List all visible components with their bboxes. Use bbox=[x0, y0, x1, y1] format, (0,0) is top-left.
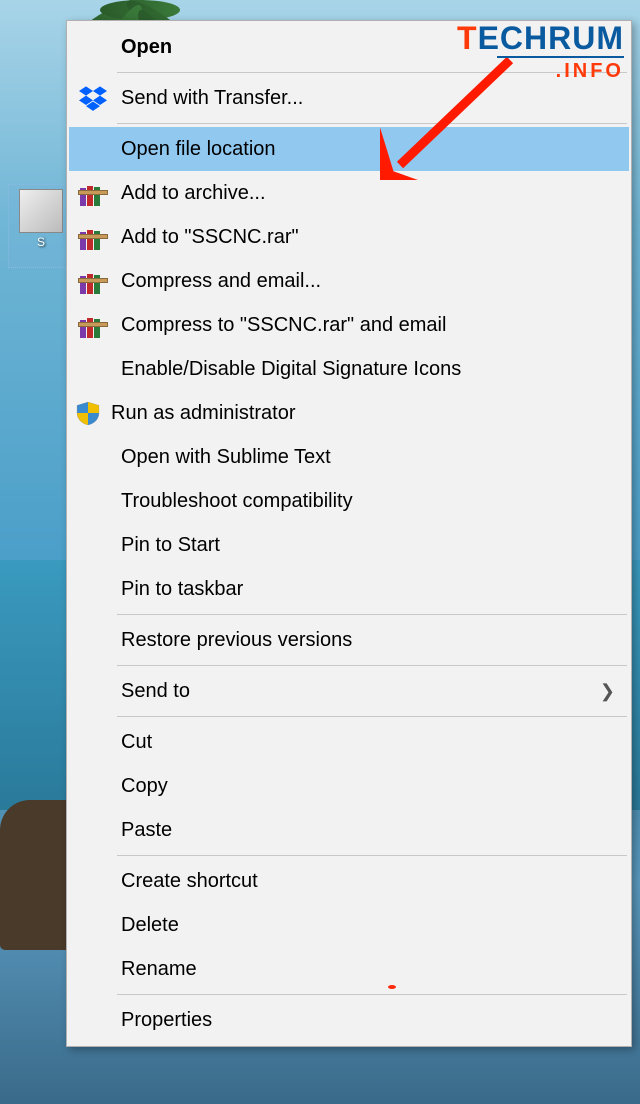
menu-label: Restore previous versions bbox=[121, 629, 621, 652]
menu-label: Copy bbox=[121, 775, 621, 798]
menu-item-compress-email[interactable]: Compress and email... bbox=[69, 259, 629, 303]
menu-item-properties[interactable]: Properties bbox=[69, 998, 629, 1042]
menu-item-delete[interactable]: Delete bbox=[69, 903, 629, 947]
menu-item-copy[interactable]: Copy bbox=[69, 764, 629, 808]
menu-label: Open with Sublime Text bbox=[121, 446, 621, 469]
menu-item-run-as-admin[interactable]: Run as administrator bbox=[69, 391, 629, 435]
menu-label: Compress to "SSCNC.rar" and email bbox=[121, 314, 621, 337]
menu-label: Pin to taskbar bbox=[121, 578, 621, 601]
menu-label: Delete bbox=[121, 914, 621, 937]
menu-separator bbox=[117, 994, 627, 995]
chevron-right-icon: ❯ bbox=[600, 681, 621, 702]
menu-label: Open file location bbox=[121, 138, 621, 161]
menu-label: Rename bbox=[121, 958, 621, 981]
menu-item-troubleshoot[interactable]: Troubleshoot compatibility bbox=[69, 479, 629, 523]
winrar-icon bbox=[75, 309, 111, 341]
desktop-shortcut-icon[interactable]: S bbox=[8, 184, 74, 268]
menu-label: Properties bbox=[121, 1009, 621, 1032]
menu-item-rename[interactable]: Rename bbox=[69, 947, 629, 991]
desktop-shortcut-label: S bbox=[37, 235, 45, 249]
menu-label: Enable/Disable Digital Signature Icons bbox=[121, 358, 621, 381]
menu-item-restore-previous[interactable]: Restore previous versions bbox=[69, 618, 629, 662]
menu-separator bbox=[117, 855, 627, 856]
annotation-dot bbox=[388, 985, 396, 989]
menu-item-open-sublime[interactable]: Open with Sublime Text bbox=[69, 435, 629, 479]
menu-item-paste[interactable]: Paste bbox=[69, 808, 629, 852]
menu-item-pin-taskbar[interactable]: Pin to taskbar bbox=[69, 567, 629, 611]
menu-item-digital-signature[interactable]: Enable/Disable Digital Signature Icons bbox=[69, 347, 629, 391]
menu-label: Pin to Start bbox=[121, 534, 621, 557]
uac-shield-icon bbox=[75, 400, 101, 426]
menu-label: Cut bbox=[121, 731, 621, 754]
menu-item-send-transfer[interactable]: Send with Transfer... bbox=[69, 76, 629, 120]
context-menu: Open Send with Transfer... Open file loc… bbox=[66, 20, 632, 1047]
menu-separator bbox=[117, 665, 627, 666]
menu-item-add-to-archive[interactable]: Add to archive... bbox=[69, 171, 629, 215]
menu-item-open[interactable]: Open bbox=[69, 25, 629, 69]
menu-label: Send with Transfer... bbox=[121, 87, 621, 110]
dropbox-icon bbox=[75, 82, 111, 114]
menu-separator bbox=[117, 614, 627, 615]
menu-item-create-shortcut[interactable]: Create shortcut bbox=[69, 859, 629, 903]
winrar-icon bbox=[75, 221, 111, 253]
menu-separator bbox=[117, 72, 627, 73]
menu-label: Create shortcut bbox=[121, 870, 621, 893]
menu-label: Add to "SSCNC.rar" bbox=[121, 226, 621, 249]
menu-item-cut[interactable]: Cut bbox=[69, 720, 629, 764]
winrar-icon bbox=[75, 265, 111, 297]
menu-item-open-file-location[interactable]: Open file location bbox=[69, 127, 629, 171]
menu-label: Compress and email... bbox=[121, 270, 621, 293]
menu-label: Troubleshoot compatibility bbox=[121, 490, 621, 513]
menu-label: Add to archive... bbox=[121, 182, 621, 205]
menu-label: Paste bbox=[121, 819, 621, 842]
menu-item-send-to[interactable]: Send to ❯ bbox=[69, 669, 629, 713]
menu-label: Send to bbox=[121, 680, 600, 703]
menu-item-compress-sscnc-email[interactable]: Compress to "SSCNC.rar" and email bbox=[69, 303, 629, 347]
winrar-icon bbox=[75, 177, 111, 209]
menu-label: Run as administrator bbox=[111, 402, 621, 425]
menu-label: Open bbox=[121, 36, 621, 59]
menu-separator bbox=[117, 123, 627, 124]
menu-item-pin-start[interactable]: Pin to Start bbox=[69, 523, 629, 567]
menu-item-add-to-sscnc[interactable]: Add to "SSCNC.rar" bbox=[69, 215, 629, 259]
menu-separator bbox=[117, 716, 627, 717]
